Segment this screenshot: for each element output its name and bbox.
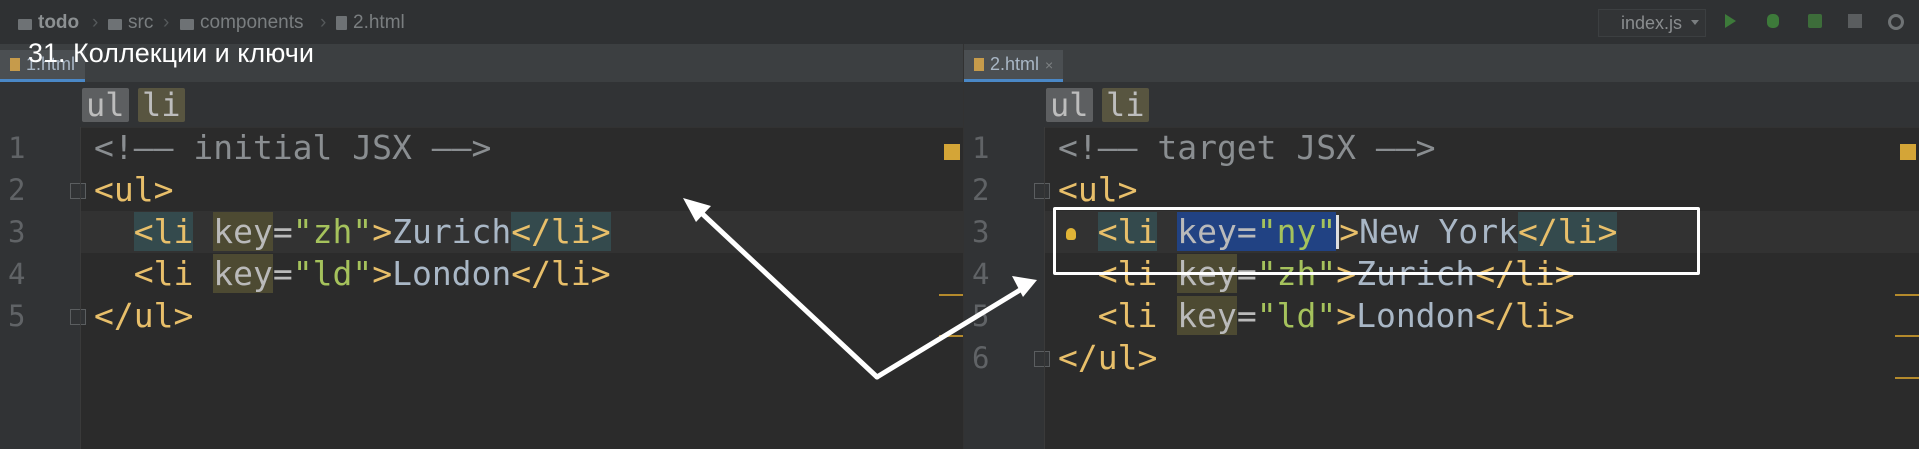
arrow-line-to-left	[692, 204, 880, 380]
video-title: 31. Коллекции и ключи	[28, 38, 314, 68]
arrow-line-to-right	[874, 284, 1028, 380]
